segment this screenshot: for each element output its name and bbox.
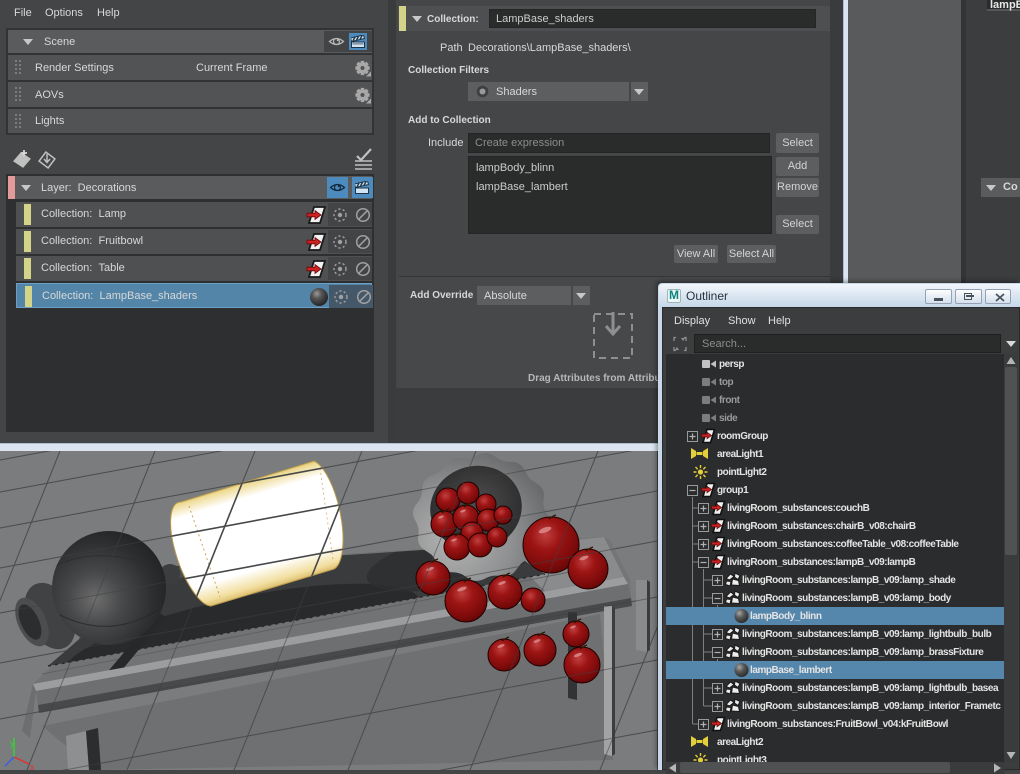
svg-text:y: y [10,738,15,748]
svg-text:x: x [30,762,35,770]
